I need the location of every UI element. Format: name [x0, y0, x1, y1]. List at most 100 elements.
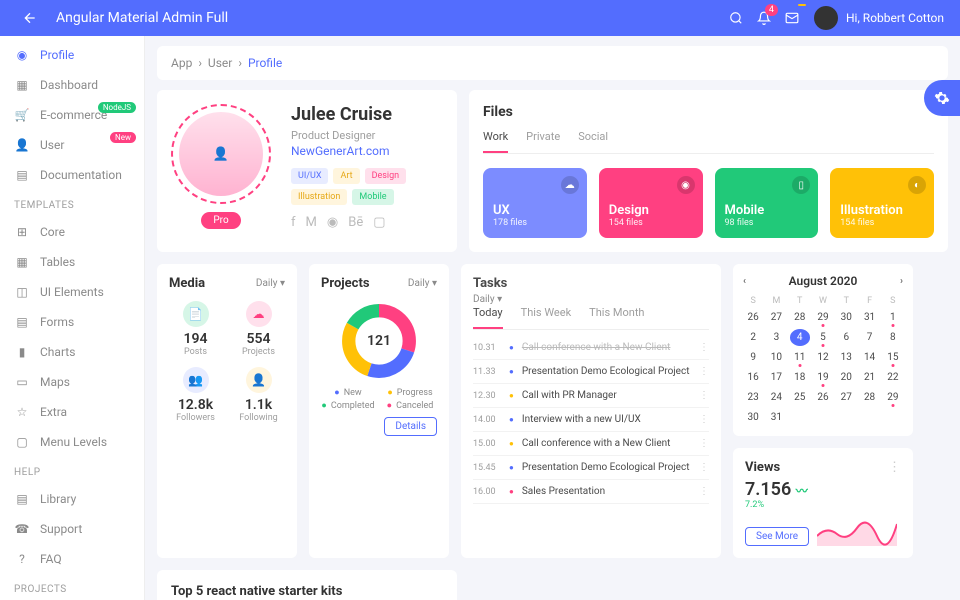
bell-icon[interactable]: 4 — [750, 4, 778, 32]
facebook-icon[interactable]: f — [291, 215, 296, 230]
tasks-select[interactable]: Daily ▾ — [473, 294, 502, 305]
nav-tables[interactable]: ▦Tables — [0, 247, 144, 277]
behance-icon[interactable]: Bē — [348, 215, 363, 230]
task-tab-today[interactable]: Today — [473, 306, 503, 329]
task-more-icon[interactable]: ⋮ — [699, 462, 709, 473]
cal-day[interactable]: 4 — [790, 329, 810, 346]
folder-icon: ◐ — [908, 176, 926, 194]
nav-user[interactable]: 👤UserNew — [0, 130, 144, 160]
profile-link[interactable]: NewGenerArt.com — [291, 144, 443, 158]
cal-day[interactable]: 31 — [766, 409, 786, 426]
instagram-icon[interactable]: ▢ — [373, 215, 385, 230]
cal-day[interactable]: 30 — [743, 409, 763, 426]
media-select[interactable]: Daily ▾ — [256, 278, 285, 289]
file-tab-work[interactable]: Work — [483, 130, 508, 153]
task-tab-this-week[interactable]: This Week — [521, 306, 572, 329]
more-icon[interactable]: ⋮ — [888, 460, 901, 475]
nav-core[interactable]: ⊞Core — [0, 217, 144, 247]
pro-badge: Pro — [201, 212, 240, 229]
cal-day[interactable]: 8 — [883, 329, 903, 346]
nav-charts[interactable]: ▮Charts — [0, 337, 144, 367]
nav-e-commerce[interactable]: 🛒E-commerceNodeJS — [0, 100, 144, 130]
cal-day[interactable]: 18 — [790, 369, 810, 386]
task-row: 11.33●Presentation Demo Ecological Proje… — [473, 360, 709, 384]
projects-select[interactable]: Daily ▾ — [408, 278, 437, 289]
cal-day[interactable]: 16 — [743, 369, 763, 386]
nav-profile[interactable]: ◉Profile — [0, 40, 144, 70]
cal-day[interactable]: 27 — [766, 309, 786, 326]
folder-icon: ◉ — [677, 176, 695, 194]
cal-day[interactable]: 3 — [766, 329, 786, 346]
cal-day[interactable]: 24 — [766, 389, 786, 406]
nav-menu-levels[interactable]: ▢Menu Levels — [0, 427, 144, 457]
cal-day[interactable]: 12 — [813, 349, 833, 366]
cal-day[interactable]: 5 — [813, 329, 833, 346]
cal-day[interactable]: 19 — [813, 369, 833, 386]
task-more-icon[interactable]: ⋮ — [699, 414, 709, 425]
nav-faq[interactable]: ?FAQ — [0, 544, 144, 574]
nav-forms[interactable]: ▤Forms — [0, 307, 144, 337]
task-more-icon[interactable]: ⋮ — [699, 390, 709, 401]
cal-day[interactable]: 22 — [883, 369, 903, 386]
cal-day[interactable]: 28 — [790, 309, 810, 326]
cal-day[interactable]: 26 — [813, 389, 833, 406]
cal-day[interactable]: 21 — [859, 369, 879, 386]
cal-day[interactable]: 27 — [836, 389, 856, 406]
see-more-button[interactable]: See More — [745, 527, 809, 546]
task-tab-this-month[interactable]: This Month — [589, 306, 644, 329]
file-tab-private[interactable]: Private — [526, 130, 560, 153]
cal-day[interactable]: 20 — [836, 369, 856, 386]
settings-fab[interactable] — [924, 80, 960, 116]
avatar[interactable] — [814, 6, 838, 30]
cal-day[interactable]: 17 — [766, 369, 786, 386]
cal-day[interactable]: 9 — [743, 349, 763, 366]
cal-next[interactable]: › — [900, 276, 903, 287]
cal-day[interactable]: 29 — [813, 309, 833, 326]
media-projects: ☁554Projects — [232, 301, 285, 357]
folder-design[interactable]: ◉Design154 files — [599, 168, 703, 238]
cal-prev[interactable]: ‹ — [743, 276, 746, 287]
nav-extra[interactable]: ☆Extra — [0, 397, 144, 427]
cal-day[interactable]: 26 — [743, 309, 763, 326]
cal-day[interactable]: 14 — [859, 349, 879, 366]
medium-icon[interactable]: M — [306, 215, 317, 230]
cal-day[interactable]: 30 — [836, 309, 856, 326]
nav-maps[interactable]: ▭Maps — [0, 367, 144, 397]
projects-card: ProjectsDaily ▾ 121 NewProgressComplete — [309, 264, 449, 558]
tasks-card: TasksDaily ▾ TodayThis WeekThis Month 10… — [461, 264, 721, 558]
nav-documentation[interactable]: ▤Documentation — [0, 160, 144, 190]
task-more-icon[interactable]: ⋮ — [699, 342, 709, 353]
task-row: 15.45●Presentation Demo Ecological Proje… — [473, 456, 709, 480]
cal-day[interactable]: 15 — [883, 349, 903, 366]
dribbble-icon[interactable]: ◉ — [327, 215, 338, 230]
cal-day[interactable]: 1 — [883, 309, 903, 326]
files-card: Files WorkPrivateSocial ☁UX178 files◉Des… — [469, 90, 948, 252]
cal-day[interactable]: 28 — [859, 389, 879, 406]
cal-day[interactable]: 2 — [743, 329, 763, 346]
file-tab-social[interactable]: Social — [578, 130, 608, 153]
nav-ui-elements[interactable]: ◫UI Elements — [0, 277, 144, 307]
cal-day[interactable]: 31 — [859, 309, 879, 326]
nav-library[interactable]: ▤Library — [0, 484, 144, 514]
cal-day[interactable]: 11 — [790, 349, 810, 366]
cal-day[interactable]: 23 — [743, 389, 763, 406]
back-icon[interactable] — [16, 4, 44, 32]
folder-mobile[interactable]: ▯Mobile98 files — [715, 168, 819, 238]
cal-day[interactable]: 13 — [836, 349, 856, 366]
folder-illustration[interactable]: ◐Illustration154 files — [830, 168, 934, 238]
details-button[interactable]: Details — [384, 417, 437, 436]
cal-day[interactable]: 10 — [766, 349, 786, 366]
task-more-icon[interactable]: ⋮ — [699, 438, 709, 449]
cal-day[interactable]: 6 — [836, 329, 856, 346]
task-more-icon[interactable]: ⋮ — [699, 366, 709, 377]
nav-dashboard[interactable]: ▦Dashboard — [0, 70, 144, 100]
folder-ux[interactable]: ☁UX178 files — [483, 168, 587, 238]
cal-day[interactable]: 7 — [859, 329, 879, 346]
mail-icon[interactable] — [778, 4, 806, 32]
nav-support[interactable]: ☎Support — [0, 514, 144, 544]
cal-day[interactable]: 25 — [790, 389, 810, 406]
cal-day[interactable]: 29 — [883, 389, 903, 406]
task-more-icon[interactable]: ⋮ — [699, 486, 709, 497]
search-icon[interactable] — [722, 4, 750, 32]
news-card: Top 5 react native starter kits Nastassi… — [157, 570, 457, 600]
